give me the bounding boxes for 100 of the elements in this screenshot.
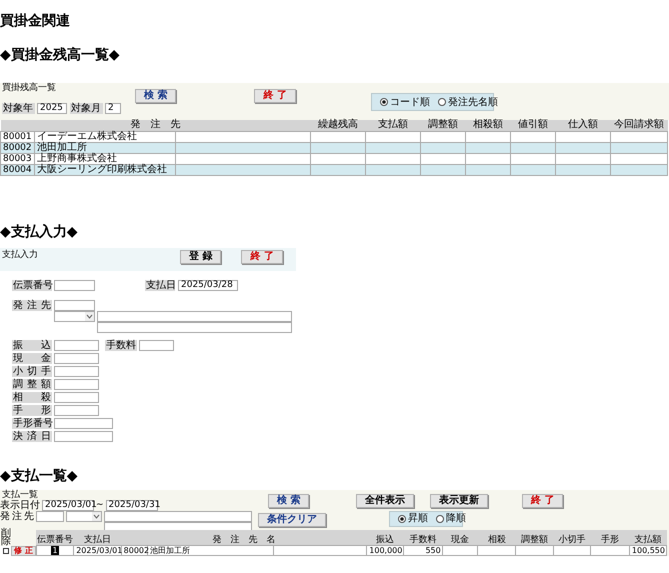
- radio-label: 降順: [446, 512, 466, 526]
- table-cell: 80002: [121, 546, 148, 556]
- edit-button[interactable]: 修 正: [11, 546, 36, 556]
- table-cell: 100,000: [366, 546, 404, 556]
- field-label: 手形番号: [12, 418, 52, 428]
- column-header: 現金: [442, 530, 478, 546]
- field-label: 対象月: [70, 103, 103, 114]
- column-header: 今回請求額: [610, 120, 668, 131]
- input-field[interactable]: 2025: [37, 103, 67, 114]
- dropdown[interactable]: [66, 510, 102, 522]
- input-field[interactable]: [54, 300, 95, 310]
- input-field[interactable]: 2025/03/01: [42, 500, 94, 510]
- input-field[interactable]: [54, 418, 113, 428]
- input-field[interactable]: [54, 378, 99, 390]
- field-label: 振込: [12, 340, 52, 350]
- table-cell: 100,550: [629, 546, 666, 556]
- exit-button[interactable]: 終 了: [254, 89, 296, 103]
- column-header: 支払額: [366, 120, 421, 131]
- column-header: 支払日: [74, 530, 122, 546]
- field-label: 相殺: [12, 392, 52, 402]
- page-title: 買掛金関連: [0, 12, 71, 29]
- search-button[interactable]: 検 索: [268, 494, 310, 508]
- radio-label: 昇順: [408, 512, 428, 526]
- input-field[interactable]: [54, 430, 113, 442]
- field-label: 決済日: [12, 430, 52, 442]
- table-cell: 大阪シーリング印刷株式会社: [34, 164, 176, 175]
- input-field[interactable]: [139, 340, 174, 350]
- table-cell: 池田加工所: [147, 546, 274, 556]
- column-header: 相殺額: [466, 120, 511, 131]
- column-header: 発 注 先 名: [121, 530, 367, 546]
- radio-label: コード順: [390, 96, 430, 110]
- panel-title: 支払入力: [1, 250, 39, 260]
- field-label: 発注先: [12, 300, 52, 310]
- column-header: 仕入額: [556, 120, 611, 131]
- range-separator: ~: [96, 500, 104, 510]
- input-field[interactable]: 2025/03/28: [178, 280, 238, 290]
- column-header: 小切手: [553, 530, 591, 546]
- action-button[interactable]: 登 録: [180, 250, 222, 264]
- input-field[interactable]: [54, 392, 99, 402]
- section-heading: ◆支払入力◆: [0, 224, 79, 240]
- column-header: 手数料: [404, 530, 442, 546]
- column-header: 振込: [366, 530, 404, 546]
- exit-button[interactable]: 終 了: [522, 494, 564, 508]
- input-field[interactable]: [97, 322, 292, 332]
- column-header: 調整額: [420, 120, 466, 131]
- input-field[interactable]: [104, 510, 252, 522]
- section-heading: ◆支払一覧◆: [0, 468, 79, 484]
- field-label: 手形: [12, 404, 52, 416]
- section-heading: ◆買掛金残高一覧◆: [0, 47, 121, 63]
- field-label: 表示日付: [0, 500, 40, 510]
- table-cell: 1: [51, 546, 59, 555]
- column-header: 手形: [590, 530, 630, 546]
- table-cell: イーデーエム株式会社: [34, 131, 176, 142]
- panel-title: 支払一覧: [1, 490, 39, 500]
- input-field[interactable]: [54, 280, 95, 290]
- input-field[interactable]: [54, 366, 99, 376]
- column-header: 相殺: [478, 530, 516, 546]
- action-button[interactable]: 表示更新: [430, 494, 488, 508]
- table-cell: 80002: [0, 142, 34, 153]
- table-cell: 池田加工所: [34, 142, 176, 153]
- input-field[interactable]: [36, 510, 64, 522]
- field-label: 調整額: [12, 378, 52, 390]
- field-label: 伝票番号: [12, 280, 52, 290]
- table-cell: 80001: [0, 131, 34, 142]
- input-field[interactable]: 2025/03/31: [106, 500, 158, 510]
- table-cell: 上野商事株式会社: [34, 153, 176, 164]
- table-cell: 2025/03/01: [74, 546, 122, 556]
- input-field[interactable]: [54, 404, 99, 416]
- field-label: 手数料: [105, 340, 137, 350]
- field-label: 小切手: [12, 366, 52, 376]
- table-cell: 80004: [0, 164, 34, 175]
- search-button[interactable]: 条件クリア: [258, 512, 326, 526]
- radio-button[interactable]: [398, 514, 406, 522]
- table-cell: 550: [404, 546, 442, 556]
- radio-label: 発注先名順: [448, 96, 498, 110]
- field-label: 現金: [12, 352, 52, 364]
- delete-column-header: 削除: [0, 530, 10, 546]
- column-header: 調整額: [516, 530, 554, 546]
- search-button[interactable]: 検 索: [135, 89, 176, 103]
- column-header: 発 注 先: [0, 120, 311, 131]
- action-button[interactable]: 全件表示: [356, 494, 414, 508]
- radio-button[interactable]: [380, 98, 388, 106]
- checkbox[interactable]: [3, 548, 9, 554]
- input-field[interactable]: [54, 340, 99, 350]
- column-header: 支払額: [629, 530, 666, 546]
- field-label: 対象年: [2, 103, 35, 114]
- input-field[interactable]: [97, 310, 292, 322]
- column-header: 繰越残高: [310, 120, 366, 131]
- column-header: 値引額: [510, 120, 556, 131]
- field-label: 支払日: [145, 280, 175, 290]
- radio-button[interactable]: [436, 514, 444, 522]
- input-field[interactable]: 2: [105, 103, 121, 114]
- table-cell: 80003: [0, 153, 34, 164]
- chevron-down-icon: [85, 312, 94, 320]
- exit-button[interactable]: 終 了: [241, 250, 283, 264]
- dropdown[interactable]: [54, 310, 95, 322]
- input-field[interactable]: [54, 352, 99, 364]
- chevron-down-icon: [92, 512, 101, 520]
- radio-button[interactable]: [438, 98, 446, 106]
- column-header: 伝票番号: [36, 530, 74, 546]
